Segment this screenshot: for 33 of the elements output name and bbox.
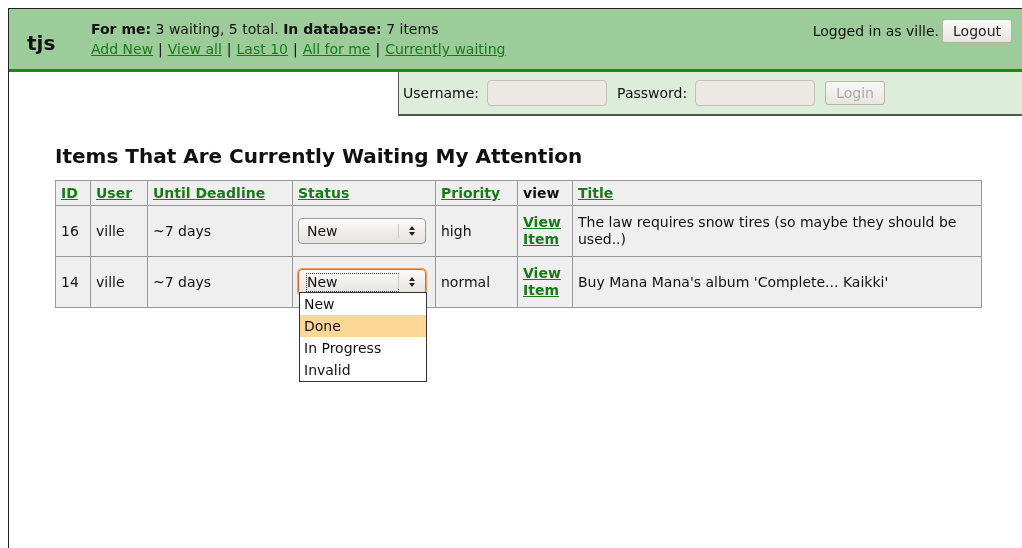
- table-cell: ~7 days: [153, 222, 212, 239]
- status-select[interactable]: New: [298, 269, 426, 295]
- table-cell: 16: [61, 222, 79, 239]
- username-label: Username:: [403, 85, 480, 101]
- logout-button[interactable]: Logout: [942, 19, 1012, 43]
- table-cell: normal: [441, 273, 491, 290]
- username-field[interactable]: [487, 80, 608, 106]
- table-cell: Buy Mana Mana's album 'Complete... Kaikki': [578, 273, 889, 290]
- table-cell: ville: [96, 222, 125, 239]
- status-select[interactable]: New: [298, 218, 426, 244]
- logo: tjs: [27, 31, 57, 55]
- nav-link[interactable]: Last 10: [236, 41, 288, 57]
- table-cell: 14: [61, 273, 79, 290]
- separator: |: [375, 41, 381, 57]
- password-field[interactable]: [695, 80, 816, 106]
- column-header: view: [523, 185, 560, 201]
- separator: |: [226, 41, 232, 57]
- dropdown-option[interactable]: Done: [300, 315, 426, 337]
- nav-link[interactable]: Currently waiting: [385, 41, 506, 57]
- separator: |: [158, 41, 163, 57]
- password-label: Password:: [617, 85, 688, 101]
- summary-text: For me: 3 waiting, 5 total. In database: 7 items: [91, 21, 440, 37]
- nav-link[interactable]: All for me: [302, 41, 371, 57]
- table-cell: ~7 days: [153, 273, 212, 290]
- separator: |: [293, 41, 298, 57]
- page-heading: Items That Are Currently Waiting My Attention: [55, 144, 584, 168]
- logged-in-text: Logged in as ville.: [812, 23, 940, 39]
- table-cell: The law requires snow tires (so maybe they should be used..): [578, 214, 957, 247]
- table-cell: ville: [96, 273, 125, 290]
- nav-link[interactable]: Add New: [91, 41, 154, 57]
- nav-link[interactable]: View all: [167, 41, 222, 57]
- table-cell: high: [441, 222, 472, 239]
- column-header-link[interactable]: Title: [578, 185, 614, 201]
